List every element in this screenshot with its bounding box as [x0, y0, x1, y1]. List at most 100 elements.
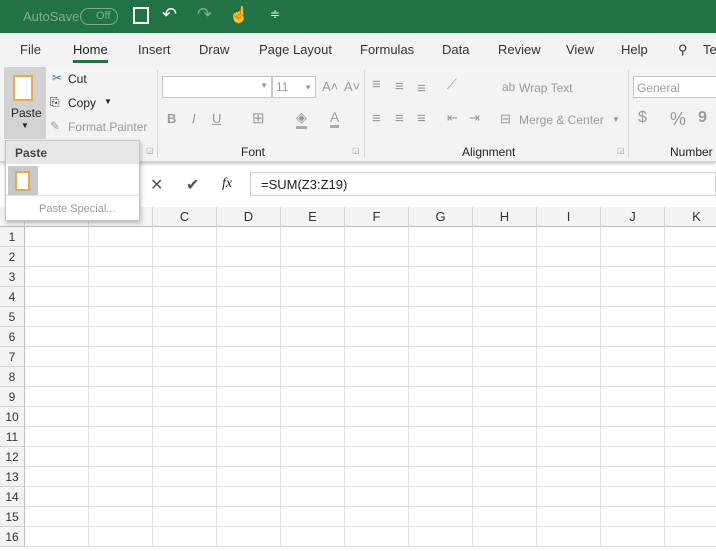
cell-F13[interactable]	[345, 467, 409, 487]
cell-A2[interactable]	[25, 247, 89, 267]
cell-A8[interactable]	[25, 367, 89, 387]
cell-A15[interactable]	[25, 507, 89, 527]
cell-D10[interactable]	[217, 407, 281, 427]
cell-K7[interactable]	[665, 347, 716, 367]
cell-E8[interactable]	[281, 367, 345, 387]
cell-E7[interactable]	[281, 347, 345, 367]
cell-C4[interactable]	[153, 287, 217, 307]
formula-input[interactable]: =SUM(Z3:Z19)	[250, 172, 716, 196]
alignment-launcher-icon[interactable]: ◲	[617, 146, 625, 155]
cell-I8[interactable]	[537, 367, 601, 387]
cell-F10[interactable]	[345, 407, 409, 427]
cell-D8[interactable]	[217, 367, 281, 387]
cell-D11[interactable]	[217, 427, 281, 447]
cell-K15[interactable]	[665, 507, 716, 527]
tab-file[interactable]: File	[20, 42, 41, 57]
align-left-icon[interactable]: ≡	[372, 110, 381, 127]
column-header-D[interactable]: D	[217, 207, 281, 227]
cell-A5[interactable]	[25, 307, 89, 327]
percent-button[interactable]: %	[670, 109, 686, 130]
cell-D14[interactable]	[217, 487, 281, 507]
cell-F12[interactable]	[345, 447, 409, 467]
cell-D7[interactable]	[217, 347, 281, 367]
cell-J10[interactable]	[601, 407, 665, 427]
cell-H1[interactable]	[473, 227, 537, 247]
currency-button[interactable]: $	[638, 109, 647, 127]
cell-A3[interactable]	[25, 267, 89, 287]
format-painter-button[interactable]: Format Painter	[68, 120, 147, 134]
cancel-icon[interactable]: ✕	[150, 175, 163, 195]
cell-G12[interactable]	[409, 447, 473, 467]
cell-C8[interactable]	[153, 367, 217, 387]
cell-J14[interactable]	[601, 487, 665, 507]
align-right-icon[interactable]: ≡	[417, 110, 426, 127]
italic-button[interactable]: I	[192, 111, 196, 126]
cell-J7[interactable]	[601, 347, 665, 367]
cell-K6[interactable]	[665, 327, 716, 347]
cell-G10[interactable]	[409, 407, 473, 427]
cell-K8[interactable]	[665, 367, 716, 387]
orientation-icon[interactable]: ⟋	[447, 76, 457, 93]
row-header-4[interactable]: 4	[0, 287, 25, 307]
cell-H16[interactable]	[473, 527, 537, 547]
cell-E6[interactable]	[281, 327, 345, 347]
tab-data[interactable]: Data	[442, 42, 469, 57]
cell-J6[interactable]	[601, 327, 665, 347]
cell-J12[interactable]	[601, 447, 665, 467]
cell-G14[interactable]	[409, 487, 473, 507]
redo-icon[interactable]: ↷	[197, 4, 212, 25]
cell-E5[interactable]	[281, 307, 345, 327]
cell-B9[interactable]	[89, 387, 153, 407]
copy-dropdown-icon[interactable]: ▼	[104, 97, 112, 106]
align-top-icon[interactable]: ≡	[372, 76, 381, 93]
cell-I10[interactable]	[537, 407, 601, 427]
cell-F6[interactable]	[345, 327, 409, 347]
cell-E16[interactable]	[281, 527, 345, 547]
cell-F11[interactable]	[345, 427, 409, 447]
row-header-2[interactable]: 2	[0, 247, 25, 267]
row-header-16[interactable]: 16	[0, 527, 25, 547]
cell-H8[interactable]	[473, 367, 537, 387]
cell-G4[interactable]	[409, 287, 473, 307]
cell-I7[interactable]	[537, 347, 601, 367]
cell-J11[interactable]	[601, 427, 665, 447]
cell-A4[interactable]	[25, 287, 89, 307]
column-header-I[interactable]: I	[537, 207, 601, 227]
cell-G2[interactable]	[409, 247, 473, 267]
cell-C9[interactable]	[153, 387, 217, 407]
cell-A7[interactable]	[25, 347, 89, 367]
column-header-K[interactable]: K	[665, 207, 716, 227]
cell-D9[interactable]	[217, 387, 281, 407]
row-header-5[interactable]: 5	[0, 307, 25, 327]
cell-F5[interactable]	[345, 307, 409, 327]
cell-G16[interactable]	[409, 527, 473, 547]
cell-A13[interactable]	[25, 467, 89, 487]
cell-F7[interactable]	[345, 347, 409, 367]
cell-E15[interactable]	[281, 507, 345, 527]
cell-D12[interactable]	[217, 447, 281, 467]
cell-C13[interactable]	[153, 467, 217, 487]
cell-E11[interactable]	[281, 427, 345, 447]
cell-C3[interactable]	[153, 267, 217, 287]
cell-K14[interactable]	[665, 487, 716, 507]
row-header-13[interactable]: 13	[0, 467, 25, 487]
align-center-icon[interactable]: ≡	[395, 110, 404, 127]
cell-G1[interactable]	[409, 227, 473, 247]
font-name-dropdown[interactable]: ▼	[162, 76, 272, 98]
cell-J16[interactable]	[601, 527, 665, 547]
cell-B14[interactable]	[89, 487, 153, 507]
cell-A10[interactable]	[25, 407, 89, 427]
cell-E14[interactable]	[281, 487, 345, 507]
cell-G9[interactable]	[409, 387, 473, 407]
cell-F4[interactable]	[345, 287, 409, 307]
cell-B16[interactable]	[89, 527, 153, 547]
tab-draw[interactable]: Draw	[199, 42, 229, 57]
cell-J9[interactable]	[601, 387, 665, 407]
decrease-font-icon[interactable]: A˅	[344, 79, 360, 94]
cell-B3[interactable]	[89, 267, 153, 287]
cell-G3[interactable]	[409, 267, 473, 287]
search-icon[interactable]: ⚲	[678, 42, 688, 58]
tab-insert[interactable]: Insert	[138, 42, 171, 57]
cell-D15[interactable]	[217, 507, 281, 527]
save-icon[interactable]	[133, 7, 149, 24]
